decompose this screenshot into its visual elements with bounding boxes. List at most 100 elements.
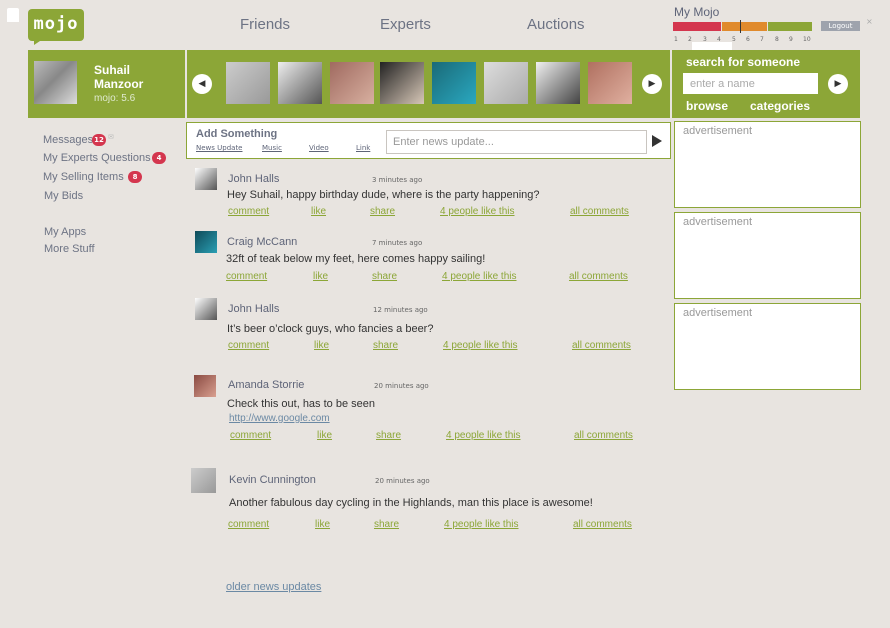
mojo-meter-marker <box>740 20 741 33</box>
comment-link[interactable]: comment <box>230 430 271 441</box>
advertisement-box[interactable]: advertisement <box>674 212 861 299</box>
comment-link[interactable]: comment <box>228 340 269 351</box>
selling-count-badge: 8 <box>128 171 142 183</box>
like-link[interactable]: like <box>311 206 326 217</box>
carousel-photo[interactable] <box>380 62 424 104</box>
profile-mojo-score: mojo: 5.6 <box>94 93 136 104</box>
nav-auctions[interactable]: Auctions <box>527 16 585 33</box>
post-time: 12 minutes ago <box>373 306 428 314</box>
likes-count-link[interactable]: 4 people like this <box>440 206 515 217</box>
logout-button[interactable]: Logout <box>821 21 860 31</box>
advertisement-label: advertisement <box>683 307 753 319</box>
menu-bids[interactable]: My Bids <box>44 190 83 202</box>
advertisement-box[interactable]: advertisement <box>674 121 861 208</box>
nav-friends[interactable]: Friends <box>240 16 290 33</box>
advertisement-box[interactable]: advertisement <box>674 303 861 390</box>
carousel-photo[interactable] <box>278 62 322 104</box>
all-comments-link[interactable]: all comments <box>570 206 629 217</box>
likes-count-link[interactable]: 4 people like this <box>443 340 518 351</box>
post-text: Hey Suhail, happy birthday dude, where i… <box>227 189 540 201</box>
mojo-meter-mid <box>722 22 767 31</box>
post-avatar[interactable] <box>194 375 216 397</box>
like-link[interactable]: like <box>314 340 329 351</box>
post-update-icon[interactable] <box>652 135 662 147</box>
news-update-input[interactable] <box>386 130 647 154</box>
share-link[interactable]: share <box>372 271 397 282</box>
carousel-photo[interactable] <box>588 62 632 104</box>
likes-count-link[interactable]: 4 people like this <box>446 430 521 441</box>
post-time: 20 minutes ago <box>375 477 430 485</box>
post-time: 20 minutes ago <box>374 382 429 390</box>
mojo-logo[interactable]: mojo <box>28 9 84 41</box>
post-url-link[interactable]: http://www.google.com <box>229 413 330 424</box>
advertisement-label: advertisement <box>683 216 753 228</box>
all-comments-link[interactable]: all comments <box>569 271 628 282</box>
post-time: 7 minutes ago <box>372 239 423 247</box>
menu-more-stuff[interactable]: More Stuff <box>44 243 95 255</box>
like-link[interactable]: like <box>315 519 330 530</box>
post-author[interactable]: Amanda Storrie <box>228 379 304 391</box>
like-link[interactable]: like <box>317 430 332 441</box>
carousel-photo[interactable] <box>536 62 580 104</box>
post-author[interactable]: Kevin Cunnington <box>229 474 316 486</box>
menu-messages[interactable]: Messages <box>43 134 93 146</box>
arrow-right-icon[interactable]: ▶ <box>642 74 662 94</box>
likes-count-link[interactable]: 4 people like this <box>444 519 519 530</box>
post-avatar[interactable] <box>191 468 216 493</box>
post-text: Another fabulous day cycling in the High… <box>229 497 593 509</box>
categories-link[interactable]: categories <box>750 99 810 113</box>
post-author[interactable]: Craig McCann <box>227 236 297 248</box>
share-link[interactable]: share <box>376 430 401 441</box>
search-title: search for someone <box>686 55 801 69</box>
carousel-photo[interactable] <box>432 62 476 104</box>
post-text: It’s beer o’clock guys, who fancies a be… <box>227 323 434 335</box>
nav-experts[interactable]: Experts <box>380 16 431 33</box>
older-news-updates-link[interactable]: older news updates <box>226 581 321 593</box>
menu-apps[interactable]: My Apps <box>44 226 86 238</box>
post-time: 3 minutes ago <box>372 176 423 184</box>
post-text: Check this out, has to be seen <box>227 398 375 410</box>
all-comments-link[interactable]: all comments <box>573 519 632 530</box>
mojo-meter-low <box>673 22 721 31</box>
mojo-meter-high <box>768 22 812 31</box>
profile-name[interactable]: Suhail Manzoor <box>94 63 143 91</box>
carousel-photo[interactable] <box>484 62 528 104</box>
profile-avatar[interactable] <box>34 61 77 104</box>
post-avatar[interactable] <box>195 231 217 253</box>
tab-link[interactable]: Link <box>356 144 370 152</box>
arrow-left-icon[interactable]: ◀ <box>192 74 212 94</box>
browse-link[interactable]: browse <box>686 99 728 113</box>
post-avatar[interactable] <box>195 298 217 320</box>
close-icon[interactable]: × <box>866 17 873 26</box>
all-comments-link[interactable]: all comments <box>574 430 633 441</box>
like-link[interactable]: like <box>313 271 328 282</box>
mojo-meter-indicator <box>692 42 732 50</box>
share-link[interactable]: share <box>374 519 399 530</box>
envelope-icon: ✉ <box>108 133 114 141</box>
page-glyph-icon <box>7 8 19 22</box>
carousel-photo[interactable] <box>226 62 270 104</box>
comment-link[interactable]: comment <box>228 206 269 217</box>
search-go-icon[interactable]: ▶ <box>828 74 848 94</box>
experts-count-badge: 4 <box>152 152 166 164</box>
my-mojo-label: My Mojo <box>674 5 720 19</box>
menu-selling-items[interactable]: My Selling Items <box>43 171 124 183</box>
add-something-title: Add Something <box>196 128 278 140</box>
all-comments-link[interactable]: all comments <box>572 340 631 351</box>
tab-video[interactable]: Video <box>309 144 329 152</box>
likes-count-link[interactable]: 4 people like this <box>442 271 517 282</box>
carousel-photo[interactable] <box>330 62 374 104</box>
comment-link[interactable]: comment <box>228 519 269 530</box>
share-link[interactable]: share <box>370 206 395 217</box>
share-link[interactable]: share <box>373 340 398 351</box>
post-author[interactable]: John Halls <box>228 303 279 315</box>
post-author[interactable]: John Halls <box>228 173 279 185</box>
comment-link[interactable]: comment <box>226 271 267 282</box>
advertisement-label: advertisement <box>683 125 753 137</box>
tab-music[interactable]: Music <box>262 144 282 152</box>
menu-experts-questions[interactable]: My Experts Questions <box>43 152 151 164</box>
tab-news-update[interactable]: News Update <box>196 144 243 152</box>
messages-count-badge: 12 <box>92 134 106 146</box>
post-avatar[interactable] <box>195 168 217 190</box>
search-name-input[interactable] <box>683 73 818 94</box>
